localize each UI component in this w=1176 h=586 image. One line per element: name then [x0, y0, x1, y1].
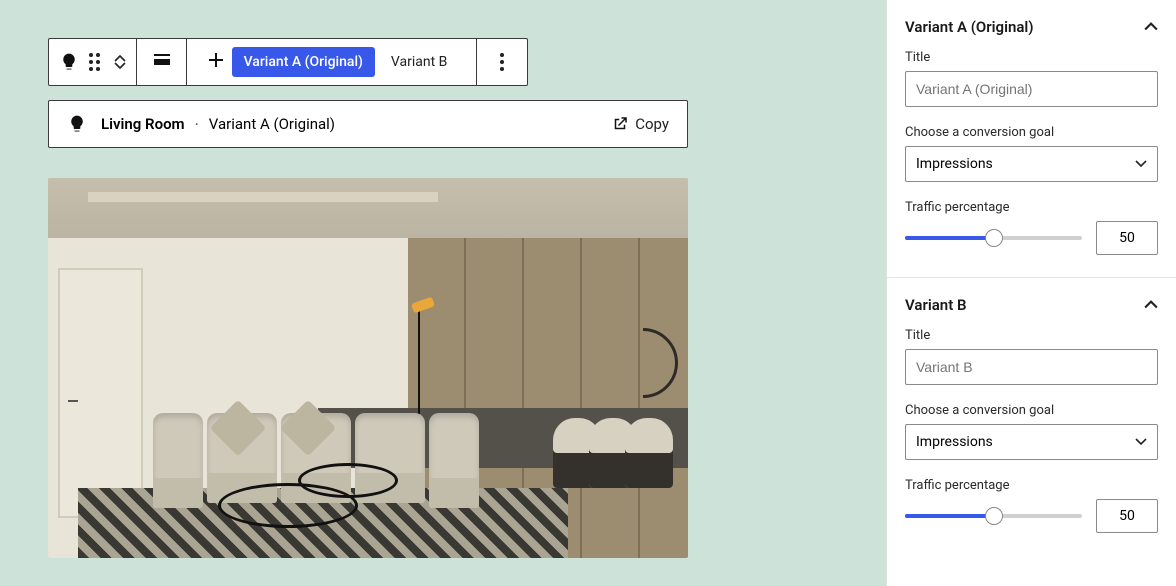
goal-select-value: Impressions — [916, 434, 993, 450]
chevron-down-icon — [1135, 160, 1147, 168]
settings-sidebar: Variant A (Original) Title Choose a conv… — [886, 0, 1176, 586]
variant-b-traffic-slider[interactable] — [905, 514, 1082, 518]
copy-button[interactable]: Copy — [611, 115, 669, 133]
goal-select-value: Impressions — [916, 156, 993, 172]
chevron-up-icon — [1144, 297, 1158, 314]
align-icon[interactable] — [152, 50, 172, 74]
traffic-label: Traffic percentage — [905, 200, 1158, 215]
chevron-down-icon — [1135, 438, 1147, 446]
variant-b-section: Variant B Title Choose a conversion goal… — [887, 278, 1176, 555]
preview-image — [48, 178, 688, 558]
breadcrumb-room: Living Room — [101, 115, 185, 133]
variant-b-traffic-value[interactable]: 50 — [1096, 499, 1158, 533]
variant-a-traffic-slider[interactable] — [905, 236, 1082, 240]
variant-b-header-label: Variant B — [905, 296, 966, 314]
variant-b-goal-select[interactable]: Impressions — [905, 424, 1158, 460]
move-up-down-icon[interactable] — [110, 54, 126, 70]
idea-bulb-icon[interactable] — [59, 52, 79, 72]
variant-a-traffic-value[interactable]: 50 — [1096, 221, 1158, 255]
breadcrumb-separator: · — [195, 115, 199, 134]
breadcrumb-variant: Variant A (Original) — [209, 115, 335, 133]
idea-bulb-icon — [67, 114, 87, 134]
title-label: Title — [905, 50, 1158, 65]
block-toolbar: Variant A (Original) Variant B — [48, 38, 528, 86]
traffic-label: Traffic percentage — [905, 478, 1158, 493]
add-icon[interactable] — [206, 50, 226, 74]
variant-a-section: Variant A (Original) Title Choose a conv… — [887, 0, 1176, 278]
export-icon — [611, 115, 629, 133]
variant-b-tab[interactable]: Variant B — [381, 47, 458, 77]
copy-label: Copy — [635, 115, 669, 133]
drag-handle-icon[interactable] — [89, 53, 100, 71]
block-breadcrumb: Living Room · Variant A (Original) Copy — [48, 100, 688, 148]
goal-label: Choose a conversion goal — [905, 403, 1158, 418]
variant-a-goal-select[interactable]: Impressions — [905, 146, 1158, 182]
variant-a-accordion-header[interactable]: Variant A (Original) — [905, 12, 1158, 50]
editor-canvas: Variant A (Original) Variant B Living Ro… — [0, 0, 886, 586]
chevron-up-icon — [1144, 19, 1158, 36]
variant-a-tab[interactable]: Variant A (Original) — [232, 47, 375, 77]
variant-b-accordion-header[interactable]: Variant B — [905, 290, 1158, 328]
variant-a-title-input[interactable] — [905, 71, 1158, 107]
variant-a-header-label: Variant A (Original) — [905, 18, 1034, 36]
title-label: Title — [905, 328, 1158, 343]
variant-b-title-input[interactable] — [905, 349, 1158, 385]
goal-label: Choose a conversion goal — [905, 125, 1158, 140]
more-options-icon[interactable] — [500, 53, 504, 71]
